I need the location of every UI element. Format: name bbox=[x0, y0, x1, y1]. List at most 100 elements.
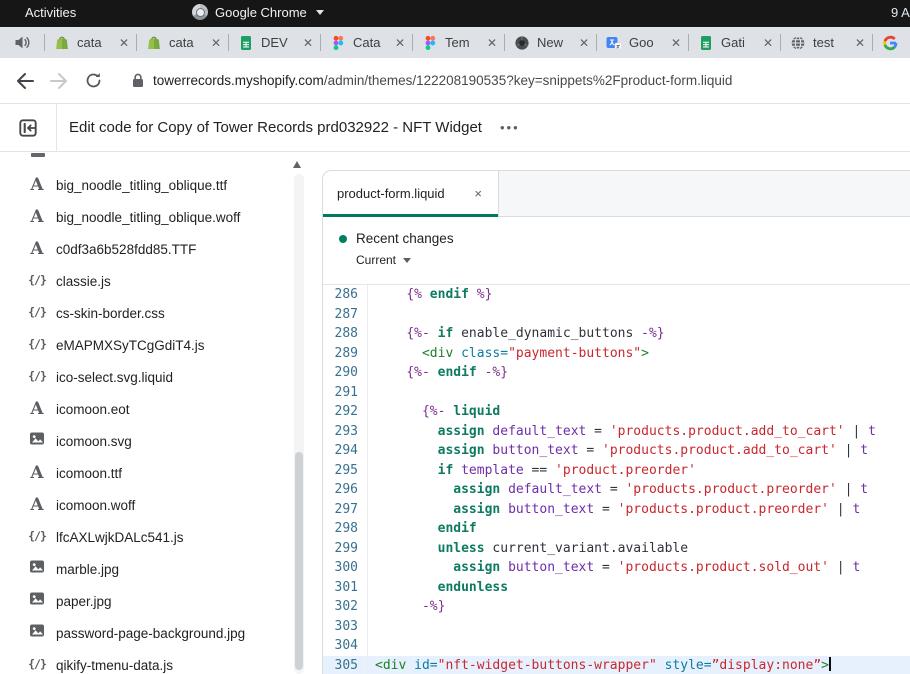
file-item-lfcAXLwjkDALc541.js[interactable]: {/}lfcAXLwjkDALc541.js bbox=[0, 521, 310, 553]
code-line-296[interactable]: 296 assign default_text = 'products.prod… bbox=[323, 480, 910, 500]
file-item-icomoon.eot[interactable]: Aicomoon.eot bbox=[0, 393, 310, 425]
url-domain: towerrecords.myshopify.com bbox=[153, 73, 324, 88]
back-button[interactable] bbox=[8, 73, 42, 89]
code-line-content: assign button_text = 'products.product.s… bbox=[368, 558, 910, 578]
code-line-content: if template == 'product.preorder' bbox=[368, 461, 910, 481]
font-file-icon: A bbox=[27, 241, 47, 258]
browser-tab-Cata[interactable]: Cata✕ bbox=[320, 27, 412, 58]
browser-tab-Gati[interactable]: Gati✕ bbox=[688, 27, 780, 58]
code-line-303[interactable]: 303 bbox=[323, 617, 910, 637]
code-line-content: <div class="payment-buttons"> bbox=[368, 344, 910, 364]
chrome-icon bbox=[192, 4, 208, 20]
file-item-icomoon.svg[interactable]: icomoon.svg bbox=[0, 425, 310, 457]
file-item-password-page-background.jpg[interactable]: password-page-background.jpg bbox=[0, 617, 310, 649]
shopify-favicon-icon bbox=[54, 35, 70, 51]
code-line-content: assign button_text = 'products.product.a… bbox=[368, 441, 910, 461]
url-text: towerrecords.myshopify.com/admin/themes/… bbox=[153, 73, 732, 88]
forward-button[interactable] bbox=[42, 73, 76, 89]
editor-tab-product-form[interactable]: product-form.liquid × bbox=[323, 171, 499, 216]
tab-close-icon[interactable]: ✕ bbox=[211, 36, 221, 50]
browser-tab-Tem[interactable]: Tem✕ bbox=[412, 27, 504, 58]
tab-close-icon[interactable]: ✕ bbox=[579, 36, 589, 50]
file-item-cs-skin-border.css[interactable]: {/}cs-skin-border.css bbox=[0, 297, 310, 329]
file-item-c0df3a6b528fdd85.TTF[interactable]: Ac0df3a6b528fdd85.TTF bbox=[0, 233, 310, 265]
code-line-302[interactable]: 302 -%} bbox=[323, 597, 910, 617]
file-item-marble.jpg[interactable]: marble.jpg bbox=[0, 553, 310, 585]
file-item-qikify-tmenu-data.js[interactable]: {/}qikify-tmenu-data.js bbox=[0, 649, 310, 674]
browser-tab-title: DEV bbox=[261, 35, 296, 50]
code-line-294[interactable]: 294 assign button_text = 'products.produ… bbox=[323, 441, 910, 461]
browser-tab-cata[interactable]: cata✕ bbox=[136, 27, 228, 58]
code-line-298[interactable]: 298 endif bbox=[323, 519, 910, 539]
file-name: icomoon.ttf bbox=[56, 466, 122, 481]
code-line-301[interactable]: 301 endunless bbox=[323, 578, 910, 598]
code-line-289[interactable]: 289 <div class="payment-buttons"> bbox=[323, 344, 910, 364]
code-line-content: {%- endif -%} bbox=[368, 363, 910, 383]
browser-tab-Goo[interactable]: Goo✕ bbox=[596, 27, 688, 58]
line-number: 292 bbox=[323, 402, 368, 422]
file-item-ico-select.svg.liquid[interactable]: {/}ico-select.svg.liquid bbox=[0, 361, 310, 393]
partial-file-icon bbox=[31, 153, 45, 157]
sheets-favicon-icon bbox=[238, 35, 254, 51]
line-number: 304 bbox=[323, 636, 368, 656]
overflow-menu-button[interactable]: ••• bbox=[500, 120, 520, 135]
code-line-content: -%} bbox=[368, 597, 910, 617]
code-line-297[interactable]: 297 assign button_text = 'products.produ… bbox=[323, 500, 910, 520]
tab-close-icon[interactable]: ✕ bbox=[763, 36, 773, 50]
code-editor[interactable]: 286 {% endif %}287288 {%- if enable_dyna… bbox=[323, 285, 910, 674]
scroll-up-arrow-icon[interactable] bbox=[293, 161, 301, 168]
code-line-304[interactable]: 304 bbox=[323, 636, 910, 656]
code-line-299[interactable]: 299 unless current_variant.available bbox=[323, 539, 910, 559]
file-name: big_noodle_titling_oblique.woff bbox=[56, 210, 240, 225]
exit-code-editor-button[interactable] bbox=[0, 104, 57, 151]
clock[interactable]: 9 A bbox=[891, 5, 910, 20]
line-number: 295 bbox=[323, 461, 368, 481]
file-item-big_noodle_titling_oblique.woff[interactable]: Abig_noodle_titling_oblique.woff bbox=[0, 201, 310, 233]
address-bar[interactable]: towerrecords.myshopify.com/admin/themes/… bbox=[132, 73, 732, 88]
activities-button[interactable]: Activities bbox=[25, 5, 76, 20]
code-line-288[interactable]: 288 {%- if enable_dynamic_buttons -%} bbox=[323, 324, 910, 344]
sidebar-scrollbar-thumb[interactable] bbox=[295, 452, 303, 670]
browser-tab-New[interactable]: New✕ bbox=[504, 27, 596, 58]
recent-changes-label: Recent changes bbox=[356, 231, 454, 246]
file-name: lfcAXLwjkDALc541.js bbox=[56, 530, 184, 545]
tab-close-icon[interactable]: ✕ bbox=[395, 36, 405, 50]
line-number: 305 bbox=[323, 656, 368, 674]
code-file-icon: {/} bbox=[27, 307, 47, 319]
tab-close-icon[interactable]: ✕ bbox=[303, 36, 313, 50]
code-line-300[interactable]: 300 assign button_text = 'products.produ… bbox=[323, 558, 910, 578]
code-line-291[interactable]: 291 bbox=[323, 383, 910, 403]
file-item-eMAPMXSyTCgGdiT4.js[interactable]: {/}eMAPMXSyTCgGdiT4.js bbox=[0, 329, 310, 361]
code-line-292[interactable]: 292 {%- liquid bbox=[323, 402, 910, 422]
image-file-icon bbox=[27, 559, 47, 579]
file-item-big_noodle_titling_oblique.ttf[interactable]: Abig_noodle_titling_oblique.ttf bbox=[0, 169, 310, 201]
tab-close-icon[interactable]: ✕ bbox=[855, 36, 865, 50]
reload-button[interactable] bbox=[76, 72, 110, 89]
file-item-icomoon.ttf[interactable]: Aicomoon.ttf bbox=[0, 457, 310, 489]
code-line-287[interactable]: 287 bbox=[323, 305, 910, 325]
globe-favicon-icon bbox=[790, 35, 806, 51]
image-file-icon bbox=[27, 431, 47, 451]
app-indicator[interactable]: Google Chrome bbox=[192, 4, 324, 20]
code-line-286[interactable]: 286 {% endif %} bbox=[323, 285, 910, 305]
file-item-classie.js[interactable]: {/}classie.js bbox=[0, 265, 310, 297]
code-line-content: assign button_text = 'products.product.p… bbox=[368, 500, 910, 520]
line-number: 287 bbox=[323, 305, 368, 325]
code-line-290[interactable]: 290 {%- endif -%} bbox=[323, 363, 910, 383]
tab-close-icon[interactable]: ✕ bbox=[487, 36, 497, 50]
version-dropdown[interactable]: Current bbox=[339, 253, 910, 267]
chevron-down-icon bbox=[403, 258, 411, 263]
system-top-bar: Activities Google Chrome 9 A bbox=[0, 0, 910, 27]
browser-tab-cata[interactable]: cata✕ bbox=[44, 27, 136, 58]
code-line-295[interactable]: 295 if template == 'product.preorder' bbox=[323, 461, 910, 481]
code-line-305[interactable]: 305<div id="nft-widget-buttons-wrapper" … bbox=[323, 656, 910, 674]
browser-tab-test[interactable]: test✕ bbox=[780, 27, 872, 58]
file-item-paper.jpg[interactable]: paper.jpg bbox=[0, 585, 310, 617]
browser-tab-partial[interactable] bbox=[872, 27, 910, 58]
code-line-293[interactable]: 293 assign default_text = 'products.prod… bbox=[323, 422, 910, 442]
browser-tab-DEV[interactable]: DEV ✕ bbox=[228, 27, 320, 58]
editor-tab-close-button[interactable]: × bbox=[474, 186, 482, 201]
tab-close-icon[interactable]: ✕ bbox=[671, 36, 681, 50]
tab-close-icon[interactable]: ✕ bbox=[119, 36, 129, 50]
file-item-icomoon.woff[interactable]: Aicomoon.woff bbox=[0, 489, 310, 521]
